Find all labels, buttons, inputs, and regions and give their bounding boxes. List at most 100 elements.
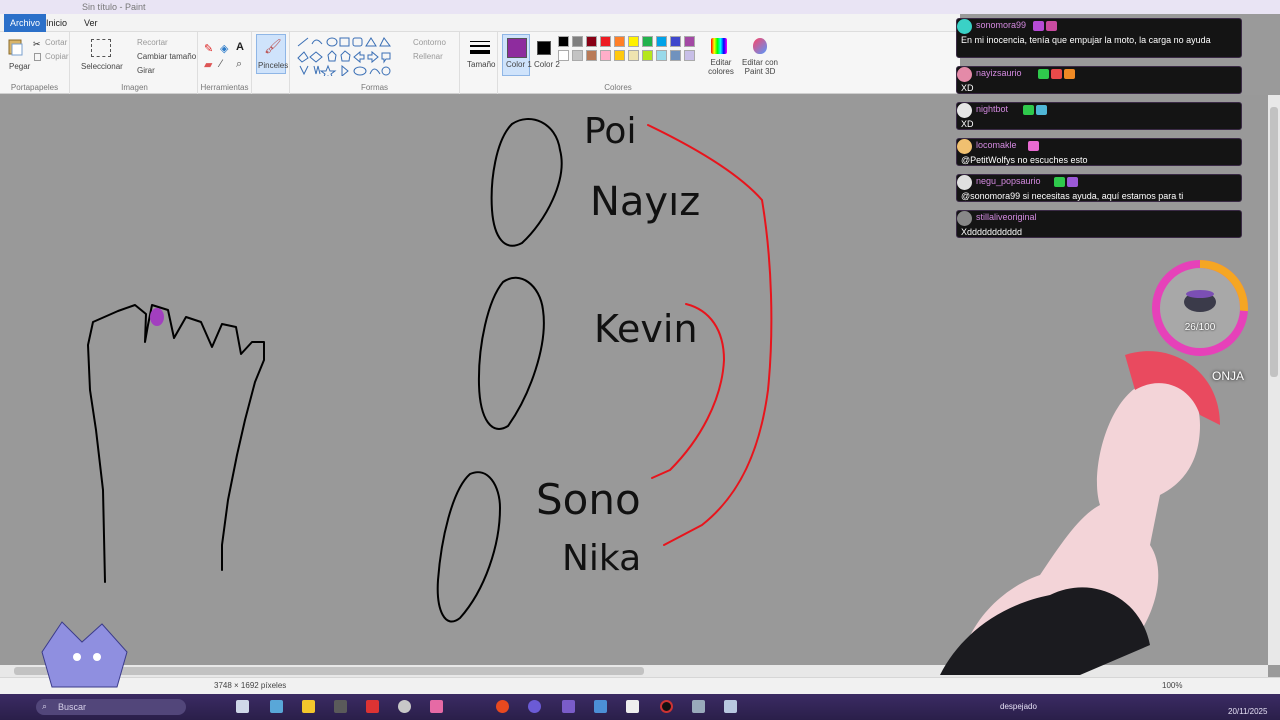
- paint3d-button[interactable]: Editar con Paint 3D: [736, 34, 782, 78]
- dragon-sprite: [41, 621, 128, 688]
- user-avatar-icon: [957, 211, 972, 226]
- copy-button[interactable]: Copiar: [32, 50, 69, 62]
- palette-swatch[interactable]: [670, 50, 681, 61]
- app-icon-3[interactable]: [334, 700, 347, 713]
- select-button[interactable]: Seleccionar: [76, 34, 123, 78]
- palette-swatch[interactable]: [642, 50, 653, 61]
- user-badges: [1026, 141, 1039, 152]
- brushes-button[interactable]: 🖌 Pinceles: [256, 34, 288, 74]
- edit-colors-button[interactable]: Editar colores: [704, 34, 734, 78]
- palette-swatch[interactable]: [600, 50, 611, 61]
- user-avatar-icon: [957, 19, 972, 34]
- chat-username: negu_popsaurio: [976, 176, 1041, 186]
- vtuber-avatar: [940, 351, 1220, 675]
- vertical-scrollbar[interactable]: [1268, 95, 1280, 665]
- badge-icon: [1046, 21, 1057, 31]
- resize-button[interactable]: Cambiar tamaño: [124, 50, 196, 62]
- select-rectangle-icon: [91, 39, 111, 57]
- palette-swatch[interactable]: [572, 36, 583, 47]
- fill-icon[interactable]: ◈: [220, 42, 228, 55]
- notepad-icon[interactable]: [626, 700, 639, 713]
- obs-icon[interactable]: [660, 700, 673, 713]
- zoom-level: 100%: [1162, 681, 1183, 690]
- palette-swatch[interactable]: [642, 36, 653, 47]
- palette-swatch[interactable]: [600, 36, 611, 47]
- palette-swatch[interactable]: [684, 50, 695, 61]
- palette-swatch[interactable]: [558, 36, 569, 47]
- size-label: Tamaño: [467, 60, 496, 69]
- window-titlebar: Sin título - Paint: [0, 0, 1280, 14]
- image-group-label: Imagen: [121, 83, 148, 92]
- app-icon-10[interactable]: [594, 700, 607, 713]
- text-icon[interactable]: A: [236, 41, 244, 53]
- chat-text: Xddddddddddd: [961, 227, 1023, 237]
- browser-icon[interactable]: [496, 700, 509, 713]
- color1-button[interactable]: Color 1: [502, 34, 532, 76]
- badge-icon: [1035, 105, 1047, 115]
- paste-label: Pegar: [9, 62, 31, 71]
- app-icon-4[interactable]: [366, 700, 379, 713]
- cut-button[interactable]: ✂ Cortar: [32, 36, 68, 49]
- search-icon: ⌕: [42, 701, 48, 711]
- color2-swatch: [537, 41, 551, 55]
- color-picker-icon[interactable]: ⁄: [220, 58, 222, 70]
- app-icon-1[interactable]: [270, 700, 283, 713]
- shapes-group-label: Formas: [360, 83, 389, 92]
- clipboard-group-label: Portapapeles: [10, 83, 59, 92]
- taskbar-search[interactable]: ⌕ Buscar: [36, 699, 186, 715]
- chat-message: stillaliveoriginal Xddddddddddd: [956, 210, 1242, 238]
- eraser-icon[interactable]: ▰: [204, 58, 212, 71]
- palette-swatch[interactable]: [572, 50, 583, 61]
- app-icon-9[interactable]: [562, 700, 575, 713]
- palette-swatch[interactable]: [614, 36, 625, 47]
- paint3d-icon: [753, 38, 767, 54]
- shapes-gallery-icon[interactable]: [294, 36, 394, 76]
- palette-swatch[interactable]: [586, 50, 597, 61]
- palette-swatch[interactable]: [656, 36, 667, 47]
- chat-text: XD: [961, 119, 974, 129]
- color2-button[interactable]: Color 2: [532, 34, 560, 76]
- chat-text: En mi inocencia, tenía que empujar la mo…: [961, 35, 1211, 45]
- badge-icon: [1051, 69, 1063, 79]
- vertical-scroll-thumb[interactable]: [1270, 107, 1278, 377]
- badge-icon: [1053, 177, 1065, 187]
- badge-icon: [1022, 105, 1034, 115]
- palette-swatch[interactable]: [628, 36, 639, 47]
- tab-inicio[interactable]: Inicio: [40, 14, 73, 32]
- chat-username: locomakle: [976, 140, 1017, 150]
- fill-label: Rellenar: [413, 52, 443, 61]
- palette-swatch[interactable]: [670, 36, 681, 47]
- crop-button[interactable]: Recortar: [124, 36, 196, 48]
- canvas-dimensions: 3748 × 1692 píxeles: [214, 681, 287, 690]
- task-view-icon[interactable]: [236, 700, 249, 713]
- chat-text: XD: [961, 83, 974, 93]
- chat-text: @sonomora99 si necesitas ayuda, aquí est…: [961, 191, 1184, 201]
- rotate-button[interactable]: Girar: [124, 64, 196, 76]
- palette-swatch[interactable]: [558, 50, 569, 61]
- paint-icon[interactable]: [724, 700, 737, 713]
- menu-bar: Archivo Inicio Ver: [0, 14, 960, 32]
- app-icon-6[interactable]: [430, 700, 443, 713]
- file-explorer-icon[interactable]: [302, 700, 315, 713]
- discord-icon[interactable]: [528, 700, 541, 713]
- palette-swatch[interactable]: [656, 50, 667, 61]
- app-icon-5[interactable]: [398, 700, 411, 713]
- palette-swatch[interactable]: [684, 36, 695, 47]
- color2-label: Color 2: [534, 60, 560, 69]
- palette-swatch[interactable]: [628, 50, 639, 61]
- tab-ver[interactable]: Ver: [78, 14, 104, 32]
- palette-swatch[interactable]: [586, 36, 597, 47]
- paste-button[interactable]: Pegar: [4, 34, 30, 72]
- outline-button[interactable]: Contorno: [398, 36, 458, 48]
- resize-label: Cambiar tamaño: [137, 52, 197, 61]
- copy-icon: [34, 53, 41, 61]
- rotate-label: Girar: [137, 66, 155, 75]
- size-button[interactable]: Tamaño: [464, 34, 496, 74]
- palette-swatch[interactable]: [614, 50, 625, 61]
- pencil-icon[interactable]: ✎: [204, 42, 213, 55]
- select-label: Seleccionar: [81, 62, 123, 71]
- fill-button[interactable]: Rellenar: [398, 50, 458, 62]
- crop-label: Recortar: [137, 38, 168, 47]
- magnifier-icon[interactable]: ⌕: [236, 58, 242, 71]
- app-icon-13[interactable]: [692, 700, 705, 713]
